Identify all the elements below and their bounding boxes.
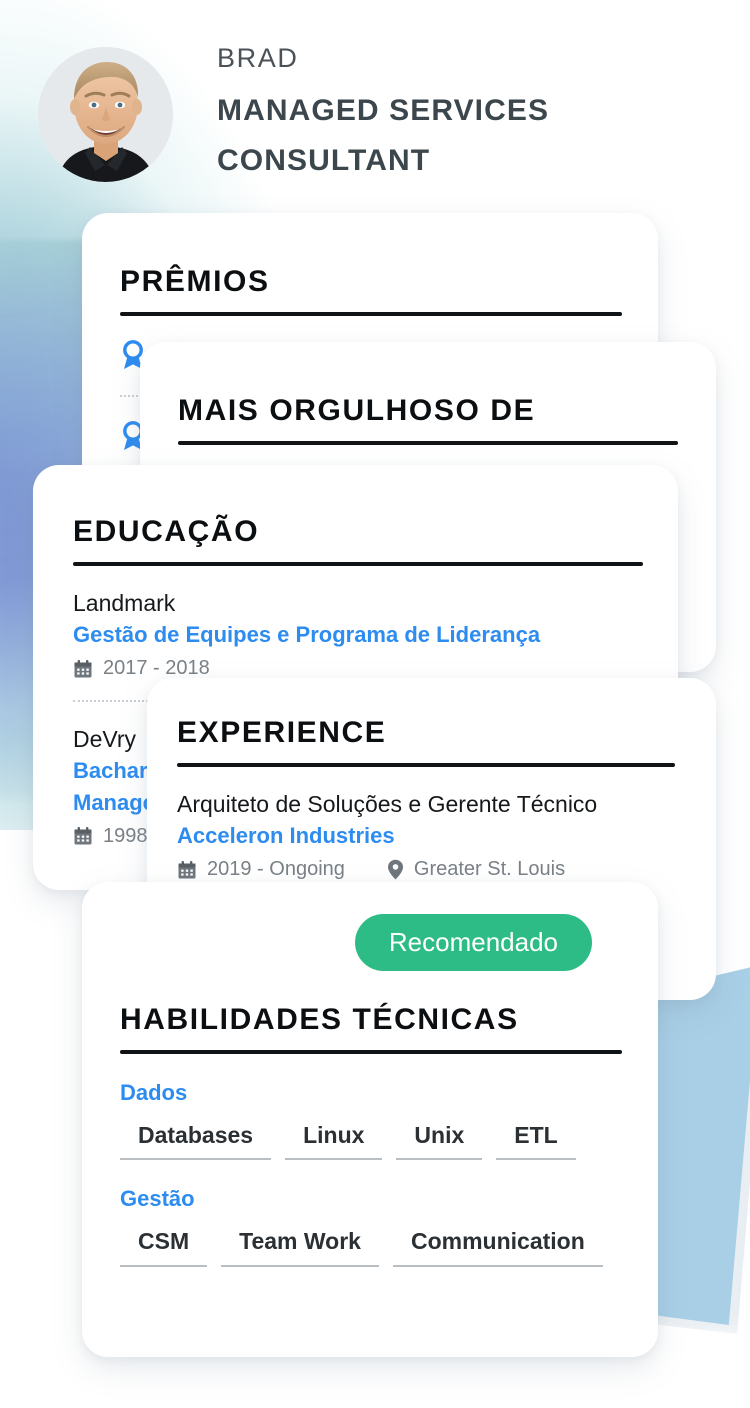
card-proudest-rule bbox=[178, 441, 678, 445]
education-meta: 2017 - 2018 bbox=[73, 657, 640, 680]
skill-group: Dados Databases Linux Unix ETL bbox=[120, 1080, 622, 1161]
skill-chip[interactable]: ETL bbox=[496, 1122, 576, 1161]
skill-chip-list: CSM Team Work Communication bbox=[120, 1228, 622, 1267]
skill-chip[interactable]: Databases bbox=[120, 1122, 272, 1161]
avatar bbox=[38, 47, 173, 182]
profile-first-name: BRAD bbox=[217, 43, 299, 73]
profile-header: BRAD MANAGED SERVICES CONSULTANT bbox=[0, 0, 750, 205]
skill-group-name: Gestão bbox=[120, 1186, 195, 1212]
card-awards-rule bbox=[120, 312, 622, 316]
avatar-photo bbox=[38, 47, 173, 182]
skill-chip[interactable]: Linux bbox=[285, 1122, 383, 1161]
skill-chip-list: Databases Linux Unix ETL bbox=[120, 1122, 622, 1161]
card-proudest-title: MAIS ORGULHOSO DE bbox=[178, 394, 536, 427]
education-org: Landmark bbox=[73, 590, 176, 616]
experience-role: Arquiteto de Soluções e Gerente Técnico bbox=[177, 791, 598, 817]
skill-chip[interactable]: Team Work bbox=[221, 1228, 379, 1267]
card-technical-skills[interactable]: Recomendado HABILIDADES TÉCNICAS Dados D… bbox=[82, 882, 658, 1357]
card-education-rule bbox=[73, 562, 643, 566]
card-experience-rule bbox=[177, 763, 675, 767]
education-entry: Landmark Gestão de Equipes e Programa de… bbox=[73, 588, 640, 680]
card-awards-title: PRÊMIOS bbox=[120, 265, 270, 298]
map-pin-icon bbox=[387, 859, 404, 880]
status-badge-recommended[interactable]: Recomendado bbox=[354, 914, 592, 971]
experience-location: Greater St. Louis bbox=[413, 858, 566, 881]
skill-chip[interactable]: CSM bbox=[120, 1228, 208, 1267]
experience-company: Acceleron Industries bbox=[177, 823, 395, 849]
skill-chip[interactable]: Unix bbox=[396, 1122, 483, 1161]
calendar-icon bbox=[177, 860, 197, 880]
calendar-icon bbox=[73, 659, 93, 679]
screen-root: BRAD MANAGED SERVICES CONSULTANT PRÊMIOS bbox=[0, 0, 750, 1408]
skill-group-name: Dados bbox=[120, 1079, 188, 1105]
header-text-block: BRAD MANAGED SERVICES CONSULTANT bbox=[217, 40, 717, 186]
card-experience-title: EXPERIENCE bbox=[177, 716, 387, 749]
education-program: Gestão de Equipes e Programa de Lideranç… bbox=[73, 622, 541, 648]
skills-title-wrap: HABILIDADES TÉCNICAS bbox=[120, 1003, 622, 1054]
profile-title-line-2: CONSULTANT bbox=[217, 144, 431, 178]
card-skills-rule bbox=[120, 1049, 622, 1054]
badge-row: Recomendado bbox=[120, 914, 622, 971]
experience-dates: 2019 - Ongoing bbox=[207, 858, 345, 881]
education-dates: 2017 - 2018 bbox=[103, 657, 210, 680]
calendar-icon bbox=[73, 826, 93, 846]
card-education-title: EDUCAÇÃO bbox=[73, 515, 260, 548]
skill-group: Gestão CSM Team Work Communication bbox=[120, 1186, 622, 1267]
skill-chip[interactable]: Communication bbox=[392, 1228, 603, 1267]
card-skills-title: HABILIDADES TÉCNICAS bbox=[120, 1002, 519, 1036]
experience-meta: 2019 - Ongoing Greater St. Louis bbox=[177, 858, 676, 881]
profile-title-line-1: MANAGED SERVICES bbox=[217, 94, 550, 128]
education-dates: 1998 bbox=[103, 824, 148, 847]
experience-entry: Arquiteto de Soluções e Gerente Técnico … bbox=[177, 789, 676, 881]
